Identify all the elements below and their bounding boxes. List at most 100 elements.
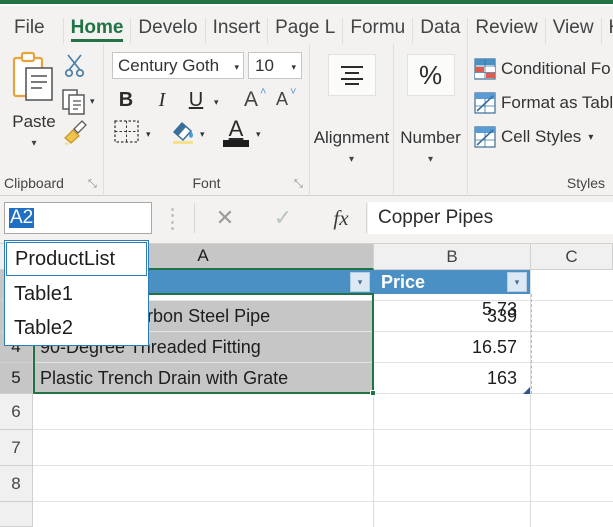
font-group-label: Font [104, 175, 309, 191]
styles-group-label: Styles [567, 175, 605, 191]
column-header-c[interactable]: C [531, 244, 613, 270]
row-header-8[interactable]: 8 [0, 466, 33, 502]
font-name-combobox[interactable]: Century Goth ▾ [112, 52, 244, 79]
clipboard-dialog-launcher[interactable]: ⤡ [88, 179, 99, 190]
font-dialog-launcher[interactable]: ⤡ [294, 179, 305, 190]
format-as-table-button[interactable]: Format as Tabl [474, 88, 613, 118]
copy-button[interactable]: ▾ [62, 84, 104, 118]
cell-b4[interactable]: 16.57 [374, 332, 524, 363]
insert-function-button[interactable]: fx [312, 202, 370, 234]
increase-font-size-button[interactable]: A [240, 89, 262, 110]
ribbon-tab-file[interactable]: File [0, 18, 63, 44]
row-header-9[interactable] [0, 502, 33, 527]
name-box-dropdown[interactable]: ProductList Table1 Table2 [4, 240, 149, 346]
paste-dropdown-caret[interactable]: ▾ [6, 138, 62, 149]
underline-button[interactable]: U [186, 90, 206, 110]
gridline-row8-bottom [33, 501, 613, 502]
alignment-expand-caret[interactable]: ▾ [310, 154, 393, 165]
confirm-entry-button[interactable]: ✓ [254, 202, 312, 234]
ribbon-group-clipboard: Paste ▾ [0, 44, 104, 196]
cell-b5[interactable]: 163 [374, 363, 524, 394]
ribbon-tab-help[interactable]: H [601, 18, 613, 44]
cell-b3[interactable]: 339 [374, 301, 524, 332]
name-box-option-productlist[interactable]: ProductList [6, 242, 147, 276]
increase-font-arrow-icon: ˄ [260, 86, 266, 98]
ribbon-tab-data[interactable]: Data [412, 18, 467, 44]
ribbon-tab-page-layout[interactable]: Page L [267, 18, 342, 44]
formula-bar-grip[interactable] [170, 208, 175, 230]
cut-button[interactable] [62, 50, 104, 84]
cell-styles-icon [474, 126, 496, 148]
font-size-value: 10 [255, 56, 274, 76]
percent-icon: % [419, 62, 442, 88]
formula-input[interactable]: Copper Pipes [368, 202, 613, 234]
formula-bar-divider-2 [366, 203, 367, 233]
filter-button-price[interactable]: ▾ [507, 272, 527, 292]
number-expand-caret[interactable]: ▾ [394, 154, 467, 165]
name-box-option-table2[interactable]: Table2 [5, 311, 148, 345]
font-name-caret-icon[interactable]: ▾ [234, 62, 239, 73]
checkmark-icon: ✓ [274, 205, 292, 231]
font-color-swatch [223, 140, 249, 147]
formula-bar-row: A2 ✕ ✓ fx Copper Pipes [0, 196, 613, 244]
ribbon-body: Paste ▾ [0, 44, 613, 196]
decrease-font-size-button[interactable]: A [272, 90, 292, 108]
chevron-down-icon: ▾ [515, 278, 520, 287]
format-painter-button[interactable] [62, 118, 104, 152]
borders-button[interactable] [114, 120, 140, 144]
cancel-entry-button[interactable]: ✕ [196, 202, 254, 234]
format-as-table-icon [474, 92, 496, 114]
fill-color-caret-icon[interactable]: ▾ [200, 129, 205, 140]
formula-bar-divider-1 [194, 203, 195, 233]
fill-color-button[interactable] [170, 118, 196, 144]
cut-scissors-icon [62, 52, 88, 78]
name-box-option-table1[interactable]: Table1 [5, 277, 148, 311]
align-lines-icon [337, 63, 367, 87]
font-color-caret-icon[interactable]: ▾ [256, 129, 261, 140]
gridline-row6-bottom [33, 429, 613, 430]
filter-button-product[interactable]: ▾ [350, 272, 370, 292]
font-size-combobox[interactable]: 10 ▾ [248, 52, 302, 79]
ribbon-tab-view[interactable]: View [545, 18, 601, 44]
bold-button[interactable]: B [116, 90, 136, 110]
ribbon-tab-developer[interactable]: Develo [130, 18, 204, 44]
ribbon-tab-home[interactable]: Home [63, 18, 131, 44]
close-icon: ✕ [216, 205, 234, 231]
table-dashed-edge [531, 294, 532, 394]
chevron-down-icon: ▾ [358, 278, 363, 287]
name-box[interactable]: A2 [4, 202, 152, 234]
alignment-button[interactable] [328, 54, 376, 96]
number-format-button[interactable]: % [407, 54, 455, 96]
ribbon-group-number: % Number ▾ [394, 44, 468, 196]
column-header-b[interactable]: B [374, 244, 531, 270]
gridline-col-a-right [373, 394, 374, 527]
gridline-row4-bottom [33, 362, 613, 363]
font-color-button[interactable]: A [222, 116, 250, 142]
conditional-formatting-button[interactable]: Conditional Fo [474, 54, 611, 84]
excel-window: File Home Develo Insert Page L Formu Dat… [0, 0, 613, 527]
ribbon-tab-insert[interactable]: Insert [205, 18, 268, 44]
function-fx-icon: fx [333, 206, 348, 231]
underline-caret-icon[interactable]: ▾ [214, 97, 219, 108]
borders-caret-icon[interactable]: ▾ [146, 129, 151, 140]
cell-styles-button[interactable]: Cell Styles ▾ [474, 122, 593, 152]
cell-a5[interactable]: Plastic Trench Drain with Grate [33, 363, 374, 394]
paste-icon [8, 50, 60, 106]
copy-dropdown-caret[interactable]: ▾ [90, 96, 95, 107]
row-header-5[interactable]: 5 [0, 363, 33, 394]
format-painter-icon [61, 118, 89, 146]
clipboard-side-buttons: ▾ [62, 50, 104, 152]
conditional-formatting-label: Conditional Fo [501, 59, 611, 79]
font-size-caret-icon[interactable]: ▾ [291, 62, 296, 73]
table-resize-handle[interactable] [523, 387, 530, 394]
ribbon-tab-review[interactable]: Review [467, 18, 544, 44]
selection-fill-handle[interactable] [370, 390, 376, 396]
row-header-6[interactable]: 6 [0, 394, 33, 430]
ribbon-tab-formulas[interactable]: Formu [342, 18, 412, 44]
cell-styles-caret-icon[interactable]: ▾ [588, 132, 593, 143]
ribbon-tab-bar: File Home Develo Insert Page L Formu Dat… [0, 6, 613, 44]
row-header-7[interactable]: 7 [0, 430, 33, 466]
italic-button[interactable]: I [152, 90, 172, 110]
ribbon-group-alignment: Alignment ▾ [310, 44, 394, 196]
paste-button[interactable]: Paste ▾ [6, 50, 62, 162]
